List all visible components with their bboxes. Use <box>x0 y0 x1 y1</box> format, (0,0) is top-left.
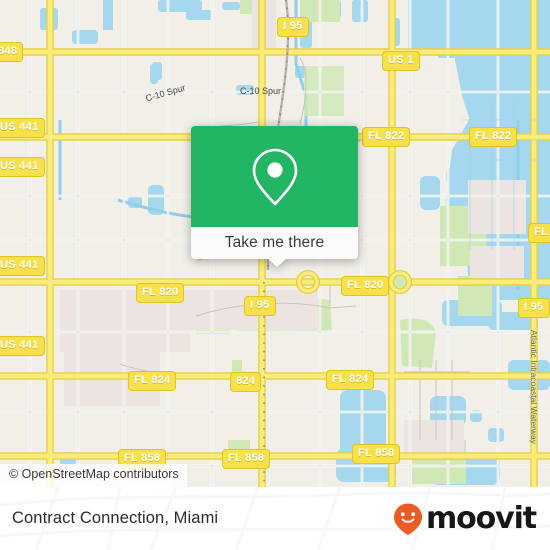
road-shield-fl820[interactable]: FL 820 <box>136 283 185 303</box>
road-shield-us441[interactable]: US 441 <box>0 157 45 177</box>
take-me-there-button[interactable]: Take me there <box>191 227 358 259</box>
place-title: Contract Connection, Miami <box>12 509 219 527</box>
road-shield-us441[interactable]: US 441 <box>0 118 45 138</box>
road-shield-i95[interactable]: I 95 <box>518 298 550 318</box>
moovit-pin-icon <box>393 503 422 535</box>
map-attribution[interactable]: © OpenStreetMap contributors <box>0 464 187 487</box>
callout-header <box>191 126 358 227</box>
road-shield-824[interactable]: 824 <box>230 372 262 392</box>
moovit-place-card: C-10 Spur C-10 Spur Atlantic Intracoasta… <box>0 0 550 550</box>
road-shield-fl[interactable]: FL <box>528 223 550 243</box>
road-shield-fl858[interactable]: FL 858 <box>352 444 401 464</box>
road-shield-i95[interactable]: I 95 <box>277 17 309 37</box>
road-shield-us441[interactable]: US 441 <box>0 256 45 276</box>
waterway-label: Atlantic Intracoastal Waterway <box>529 330 539 445</box>
footer-bar: Contract Connection, Miami moovit <box>0 487 550 550</box>
road-shield-fl824[interactable]: FL 824 <box>326 370 375 390</box>
take-me-there-label: Take me there <box>224 234 325 251</box>
road-shield-us441[interactable]: US 441 <box>0 336 45 356</box>
road-label: C-10 Spur <box>240 86 282 96</box>
road-shield-848[interactable]: 848 <box>0 42 24 62</box>
road-shield-fl822[interactable]: FL 822 <box>469 127 518 147</box>
map-pin-icon <box>252 148 297 205</box>
attribution-text: © OpenStreetMap contributors <box>9 467 179 482</box>
moovit-wordmark: moovit <box>425 500 537 536</box>
road-shield-fl822[interactable]: FL 822 <box>362 127 411 147</box>
road-shield-fl820[interactable]: FL 820 <box>341 276 390 296</box>
map-viewport[interactable]: C-10 Spur C-10 Spur Atlantic Intracoasta… <box>0 0 550 487</box>
place-callout-card[interactable]: Take me there <box>191 126 358 267</box>
road-shield-fl824[interactable]: FL 824 <box>128 371 177 391</box>
moovit-logo[interactable]: moovit <box>392 500 537 536</box>
callout-pointer <box>267 258 287 267</box>
road-shield-us1[interactable]: US 1 <box>382 51 420 71</box>
road-shield-fl858[interactable]: FL 858 <box>222 449 271 469</box>
road-shield-i95[interactable]: I 95 <box>244 296 276 316</box>
